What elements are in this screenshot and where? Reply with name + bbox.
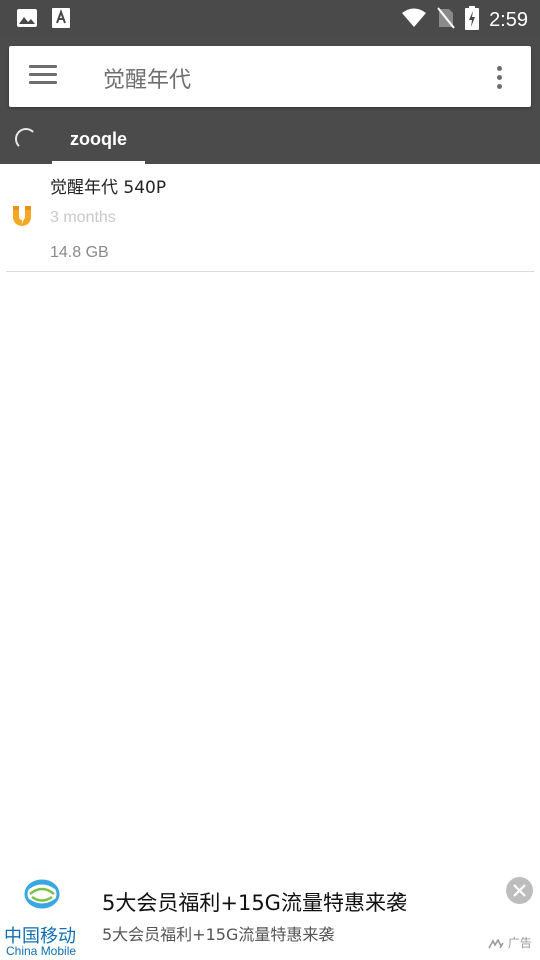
- ad-subtitle: 5大会员福利+15G流量特惠来袭: [102, 925, 335, 944]
- more-vert-icon-dot: [496, 75, 502, 80]
- loading-spinner-icon: [15, 128, 37, 150]
- hamburger-icon-line: [29, 81, 57, 84]
- hamburger-icon: [29, 65, 57, 68]
- list-divider: [6, 271, 534, 272]
- ad-close-button[interactable]: [506, 877, 533, 904]
- result-title: 觉醒年代 540P: [50, 178, 167, 198]
- ad-brand-en: China Mobile: [6, 944, 77, 958]
- magnet-icon: [10, 204, 34, 230]
- search-bar[interactable]: 觉醒年代: [9, 46, 531, 107]
- ad-banner[interactable]: 中国移动 China Mobile 5大会员福利+15G流量特惠来袭 5大会员福…: [0, 868, 540, 960]
- hamburger-icon-line: [29, 73, 57, 76]
- china-mobile-logo: 中国移动 China Mobile: [2, 874, 82, 958]
- battery-charging-icon: [465, 6, 480, 34]
- wifi-icon: [401, 8, 427, 32]
- no-sim-icon: [437, 7, 455, 33]
- ad-badge: 广告: [488, 934, 532, 951]
- ad-network-icon: [488, 937, 504, 948]
- menu-button[interactable]: [29, 65, 57, 89]
- text-a-icon: [52, 8, 70, 32]
- close-icon: [513, 884, 526, 897]
- result-age: 3 months: [50, 209, 116, 226]
- clock: 2:59: [489, 8, 528, 31]
- more-vert-icon: [496, 66, 502, 71]
- search-input[interactable]: 觉醒年代: [103, 62, 191, 94]
- image-icon: [16, 8, 38, 32]
- tab-zooqle[interactable]: zooqle: [52, 116, 145, 164]
- list-item[interactable]: 觉醒年代 540P 3 months 14.8 GB: [0, 164, 540, 271]
- result-size: 14.8 GB: [50, 244, 109, 261]
- more-vert-icon-dot: [496, 84, 502, 89]
- ad-badge-label: 广告: [507, 936, 532, 950]
- ad-title: 5大会员福利+15G流量特惠来袭: [102, 891, 407, 915]
- tab-label: zooqle: [70, 129, 127, 149]
- more-options-button[interactable]: [495, 66, 503, 90]
- toolbar: 觉醒年代 zooqle: [0, 36, 540, 164]
- status-bar: 2:59: [0, 0, 540, 36]
